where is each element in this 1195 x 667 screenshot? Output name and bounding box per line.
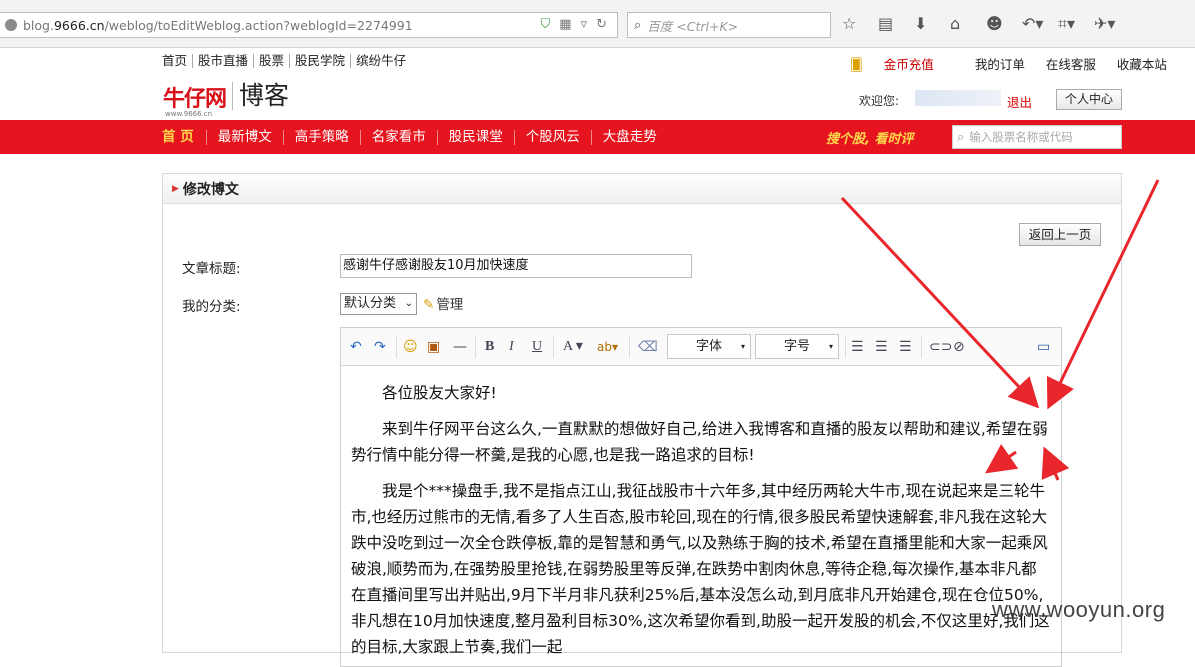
arrow-annotation: [840, 196, 1040, 409]
watermark: www.wooyun.org: [992, 597, 1166, 622]
annotation-arrows: [840, 179, 1160, 481]
arrow-annotation: [1046, 179, 1160, 410]
arrow-annotation: [1041, 446, 1070, 481]
arrow-annotation: [985, 444, 1019, 474]
